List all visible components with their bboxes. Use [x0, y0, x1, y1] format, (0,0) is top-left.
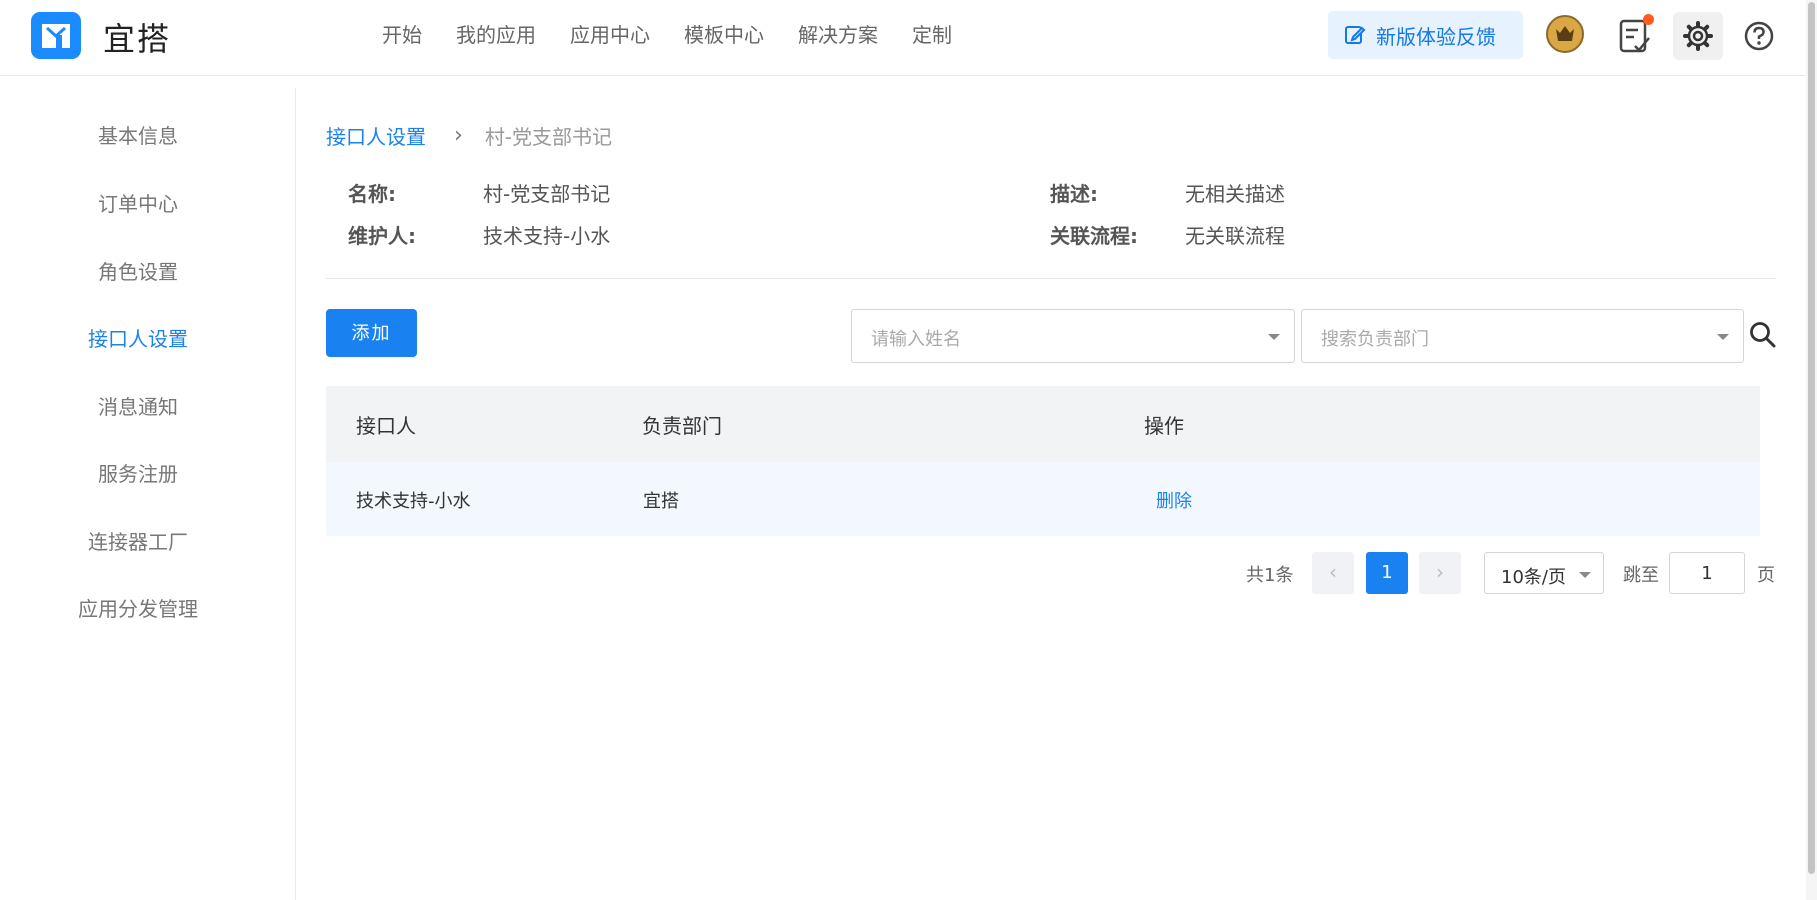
- notification-badge: [1643, 14, 1654, 25]
- name-value: 村-党支部书记: [483, 182, 611, 206]
- breadcrumb-parent[interactable]: 接口人设置: [326, 121, 426, 150]
- feedback-label: 新版体验反馈: [1376, 24, 1496, 49]
- nav-template-center[interactable]: 模板中心: [684, 20, 764, 50]
- top-nav: 开始 我的应用 应用中心 模板中心 解决方案 定制: [382, 20, 986, 50]
- breadcrumb-separator: ›: [454, 122, 463, 148]
- description-value: 无相关描述: [1185, 182, 1285, 206]
- top-header: 宜搭 开始 我的应用 应用中心 模板中心 解决方案 定制 新版体验反馈: [0, 0, 1817, 76]
- nav-start[interactable]: 开始: [382, 20, 422, 50]
- page-size-value: 10条/页: [1501, 567, 1566, 588]
- linked-flow-label: 关联流程:: [1050, 224, 1138, 248]
- column-header-action: 操作: [1144, 414, 1184, 438]
- help-icon[interactable]: [1743, 20, 1775, 52]
- chevron-down-icon: [1717, 334, 1729, 340]
- table-row: 技术支持-小水 宜搭 删除: [326, 462, 1760, 536]
- sidebar-item-contact-settings[interactable]: 接口人设置: [0, 323, 276, 352]
- edit-icon: [1345, 26, 1366, 44]
- page-suffix-label: 页: [1757, 565, 1775, 586]
- section-divider: [326, 278, 1776, 279]
- department-search-placeholder: 搜索负责部门: [1321, 329, 1429, 350]
- column-header-contact: 接口人: [356, 414, 416, 438]
- cell-department: 宜搭: [643, 491, 679, 512]
- brand-name[interactable]: 宜搭: [103, 14, 171, 60]
- sidebar-item-basic-info[interactable]: 基本信息: [0, 120, 276, 149]
- name-search-placeholder: 请输入姓名: [871, 329, 961, 350]
- contacts-table: 接口人 负责部门 操作 技术支持-小水 宜搭 删除: [326, 386, 1760, 536]
- page-size-select[interactable]: 10条/页: [1484, 552, 1604, 594]
- jump-to-input[interactable]: [1669, 552, 1745, 594]
- chevron-down-icon: [1268, 334, 1280, 340]
- jump-to-label: 跳至: [1623, 565, 1659, 586]
- sidebar-item-role-settings[interactable]: 角色设置: [0, 256, 276, 285]
- pagination-total: 共1条: [1246, 565, 1294, 586]
- maintainer-value: 技术支持-小水: [483, 224, 611, 248]
- sidebar-item-connector-factory[interactable]: 连接器工厂: [0, 526, 276, 555]
- settings-button[interactable]: [1673, 12, 1723, 60]
- sidebar-item-order-center[interactable]: 订单中心: [0, 188, 276, 217]
- breadcrumb: 接口人设置 › 村-党支部书记: [326, 120, 612, 150]
- sidebar-item-notifications[interactable]: 消息通知: [0, 391, 276, 420]
- feedback-button[interactable]: 新版体验反馈: [1328, 11, 1523, 59]
- page-1-button[interactable]: 1: [1366, 552, 1408, 594]
- prev-page-button[interactable]: ‹: [1312, 552, 1354, 594]
- column-header-department: 负责部门: [642, 414, 722, 438]
- table-header: 接口人 负责部门 操作: [326, 386, 1760, 462]
- linked-flow-value: 无关联流程: [1185, 224, 1285, 248]
- gear-icon: [1683, 21, 1713, 51]
- yida-logo-icon[interactable]: [31, 12, 81, 59]
- delete-link[interactable]: 删除: [1156, 487, 1192, 513]
- next-page-button[interactable]: ›: [1419, 552, 1461, 594]
- name-search-select[interactable]: 请输入姓名: [851, 309, 1295, 363]
- breadcrumb-current: 村-党支部书记: [484, 124, 613, 149]
- sidebar: 基本信息 订单中心 角色设置 接口人设置 消息通知 服务注册 连接器工厂 应用分…: [0, 88, 296, 900]
- description-label: 描述:: [1050, 182, 1098, 206]
- cell-contact: 技术支持-小水: [356, 491, 471, 512]
- search-icon[interactable]: [1748, 320, 1778, 350]
- nav-solutions[interactable]: 解决方案: [798, 20, 878, 50]
- nav-custom[interactable]: 定制: [912, 20, 952, 50]
- nav-app-center[interactable]: 应用中心: [570, 20, 650, 50]
- sidebar-item-app-distribution[interactable]: 应用分发管理: [0, 593, 276, 622]
- department-search-select[interactable]: 搜索负责部门: [1301, 309, 1744, 363]
- add-button[interactable]: 添加: [326, 309, 417, 357]
- user-avatar[interactable]: [1546, 15, 1584, 53]
- chevron-down-icon: [1579, 572, 1591, 578]
- sidebar-item-service-registry[interactable]: 服务注册: [0, 458, 276, 487]
- name-label: 名称:: [348, 182, 396, 206]
- scrollbar-thumb[interactable]: [1808, 2, 1815, 874]
- nav-my-apps[interactable]: 我的应用: [456, 20, 536, 50]
- maintainer-label: 维护人:: [348, 224, 416, 248]
